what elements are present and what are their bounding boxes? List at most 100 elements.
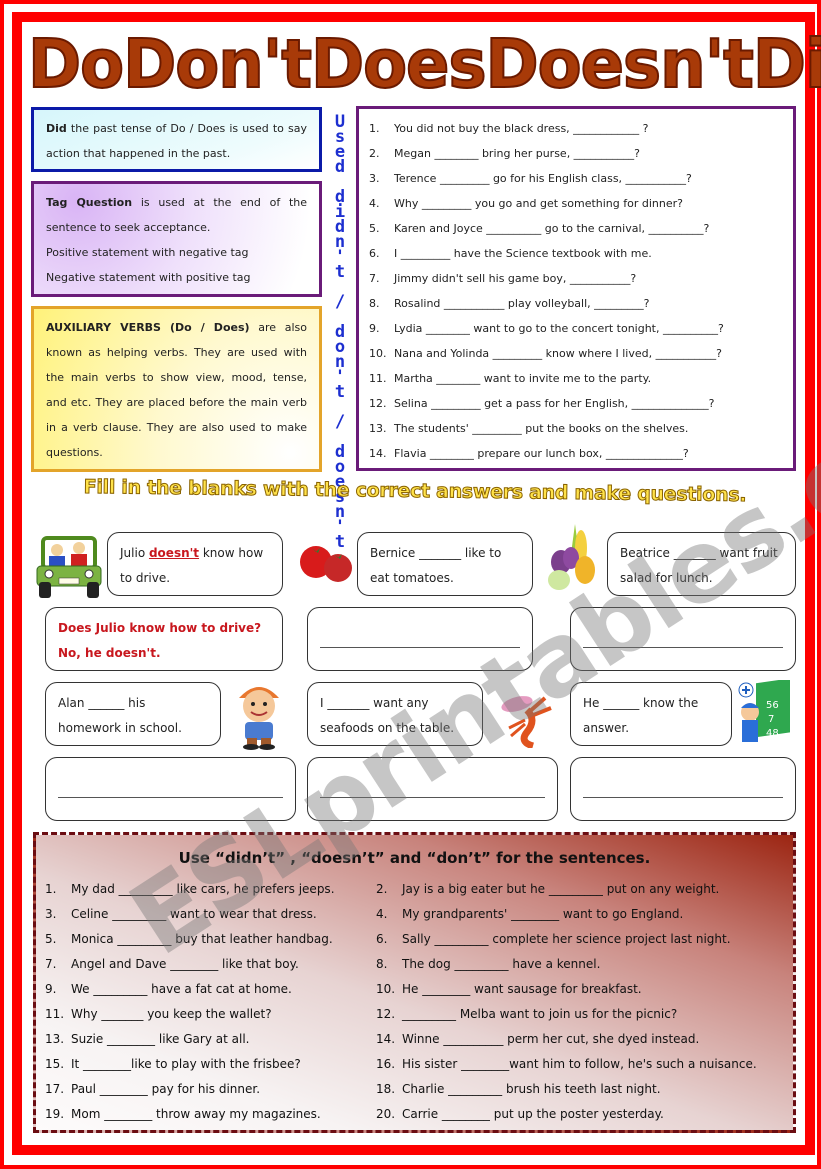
auxiliary-verbs-info-box: AUXILIARY VERBS (Do / Does) are also kno… bbox=[31, 306, 322, 472]
item-number: 4. bbox=[369, 197, 380, 210]
julio-short-answer: No, he doesn't. bbox=[58, 646, 161, 660]
tag-rule-positive: Positive statement with negative tag bbox=[46, 246, 249, 259]
svg-text:7: 7 bbox=[768, 714, 774, 725]
he-card: He ______ know the answer. bbox=[570, 682, 732, 746]
alan-answer-field[interactable] bbox=[45, 757, 296, 821]
title-word: Don't bbox=[122, 25, 313, 105]
answer-line bbox=[58, 797, 283, 798]
item-text: Carrie ________ put up the poster yester… bbox=[402, 1107, 664, 1121]
he-answer-field[interactable] bbox=[570, 757, 796, 821]
item-text: Monica _________ buy that leather handba… bbox=[71, 932, 333, 946]
item-text: Celine _________ want to wear that dress… bbox=[71, 907, 317, 921]
item-text: We _________ have a fat cat at home. bbox=[71, 982, 292, 996]
boy-icon bbox=[229, 680, 289, 750]
item-number: 13. bbox=[369, 422, 387, 435]
tag-question-item: 8. Rosalind ___________ play volleyball, … bbox=[369, 291, 793, 316]
title-word: Do bbox=[27, 25, 125, 105]
item-number: 3. bbox=[45, 907, 57, 921]
item-text: He ________ want sausage for breakfast. bbox=[402, 982, 642, 996]
item-number: 1. bbox=[45, 882, 57, 896]
tag-question-item: 7. Jimmy didn't sell his game boy, ______… bbox=[369, 266, 793, 291]
item-number: 20. bbox=[376, 1107, 396, 1121]
item-text: You did not buy the black dress, _______… bbox=[394, 122, 649, 135]
answer-line bbox=[583, 797, 783, 798]
item-number: 17. bbox=[45, 1082, 65, 1096]
item-number: 14. bbox=[376, 1032, 396, 1046]
julio-answer-highlight: doesn't bbox=[148, 546, 200, 560]
tag-term: Tag Question bbox=[46, 196, 133, 209]
item-text: Karen and Joyce __________ go to the car… bbox=[394, 222, 710, 235]
item-number: 1. bbox=[369, 122, 380, 135]
exercise-item: 8. The dog _________ have a kennel. bbox=[376, 952, 600, 977]
exercise-item: 5. Monica _________ buy that leather hand… bbox=[45, 927, 333, 952]
title-word: Did bbox=[752, 25, 821, 105]
item-number: 6. bbox=[369, 247, 380, 260]
item-text: His sister ________want him to follow, h… bbox=[402, 1057, 757, 1071]
svg-text:48: 48 bbox=[766, 728, 779, 739]
exercise-item: 20. Carrie ________ put up the poster yes… bbox=[376, 1102, 664, 1127]
item-number: 5. bbox=[369, 222, 380, 235]
exercise-item: 18. Charlie _________ brush his teeth las… bbox=[376, 1077, 661, 1102]
item-number: 11. bbox=[45, 1007, 65, 1021]
item-text: Selina _________ get a pass for her Engl… bbox=[394, 397, 715, 410]
exercise-item: 1. My dad _________ like cars, he prefers… bbox=[45, 877, 335, 902]
item-number: 9. bbox=[369, 322, 380, 335]
tag-question-item: 2. Megan ________ bring her purse, ______… bbox=[369, 141, 793, 166]
item-text: Lydia ________ want to go to the concert… bbox=[394, 322, 724, 335]
exercise-item: 6. Sally _________ complete her science p… bbox=[376, 927, 731, 952]
item-text: Suzie ________ like Gary at all. bbox=[71, 1032, 250, 1046]
item-number: 10. bbox=[369, 347, 387, 360]
item-number: 7. bbox=[45, 957, 57, 971]
tag-question-item: 10. Nana and Yolinda _________ know where… bbox=[369, 341, 793, 366]
item-number: 13. bbox=[45, 1032, 65, 1046]
item-number: 9. bbox=[45, 982, 57, 996]
item-text: Charlie _________ brush his teeth last n… bbox=[402, 1082, 661, 1096]
exercise-item: 2. Jay is a big eater but he _________ pu… bbox=[376, 877, 719, 902]
item-number: 18. bbox=[376, 1082, 396, 1096]
item-number: 19. bbox=[45, 1107, 65, 1121]
svg-text:56: 56 bbox=[766, 700, 779, 711]
answer-line bbox=[320, 647, 520, 648]
did-definition: the past tense of Do / Does is used to s… bbox=[46, 122, 307, 160]
item-number: 14. bbox=[369, 447, 387, 460]
item-text: My grandparents' ________ want to go Eng… bbox=[402, 907, 684, 921]
item-text: It ________like to play with the frisbee… bbox=[71, 1057, 301, 1071]
seafood-card: I _______ want any seafoods on the table… bbox=[307, 682, 483, 746]
item-text: Martha ________ want to invite me to the… bbox=[394, 372, 652, 385]
exercise-item: 12. _________ Melba want to join us for t… bbox=[376, 1002, 677, 1027]
exercise-item: 14. Winne __________ perm her cut, she dy… bbox=[376, 1027, 699, 1052]
item-number: 2. bbox=[369, 147, 380, 160]
tag-question-item: 6. I _________ have the Science textbook … bbox=[369, 241, 793, 266]
julio-answer-card: Does Julio know how to drive? No, he doe… bbox=[45, 607, 283, 671]
exercise-item: 3. Celine _________ want to wear that dre… bbox=[45, 902, 317, 927]
item-text: Nana and Yolinda _________ know where I … bbox=[394, 347, 722, 360]
item-number: 10. bbox=[376, 982, 396, 996]
tag-question-item: 1. You did not buy the black dress, _____… bbox=[369, 116, 793, 141]
exercise-item: 4. My grandparents' ________ want to go E… bbox=[376, 902, 683, 927]
item-number: 8. bbox=[369, 297, 380, 310]
page-title: Do Don't Does Doesn't Did bbox=[27, 25, 821, 105]
answer-line bbox=[320, 797, 545, 798]
item-text: Why _______ you keep the wallet? bbox=[71, 1007, 272, 1021]
item-text: Terence _________ go for his English cla… bbox=[394, 172, 692, 185]
beatrice-answer-field[interactable] bbox=[570, 607, 796, 671]
vegetables-icon bbox=[545, 522, 601, 594]
exercise-item: 9. We _________ have a fat cat at home. bbox=[45, 977, 292, 1002]
tag-question-item: 12. Selina _________ get a pass for her E… bbox=[369, 391, 793, 416]
seafood-answer-field[interactable] bbox=[307, 757, 558, 821]
julio-question: Does Julio know how to drive? bbox=[58, 621, 262, 635]
item-number: 6. bbox=[376, 932, 388, 946]
exercise-item: 11. Why _______ you keep the wallet? bbox=[45, 1002, 272, 1027]
tag-question-item: 13. The students' _________ put the books… bbox=[369, 416, 793, 441]
item-text: Jimmy didn't sell his game boy, ________… bbox=[394, 272, 637, 285]
item-number: 3. bbox=[369, 172, 380, 185]
item-number: 7. bbox=[369, 272, 380, 285]
item-text: _________ Melba want to join us for the … bbox=[402, 1007, 678, 1021]
title-word: Doesn't bbox=[485, 25, 755, 105]
tag-question-item: 11. Martha ________ want to invite me to … bbox=[369, 366, 793, 391]
aux-term: AUXILIARY VERBS (Do / Does) bbox=[46, 321, 250, 334]
beatrice-card: Beatrice _______ want fruit salad for lu… bbox=[607, 532, 796, 596]
item-number: 8. bbox=[376, 957, 388, 971]
bernice-answer-field[interactable] bbox=[307, 607, 533, 671]
seafood-icon bbox=[497, 690, 559, 750]
